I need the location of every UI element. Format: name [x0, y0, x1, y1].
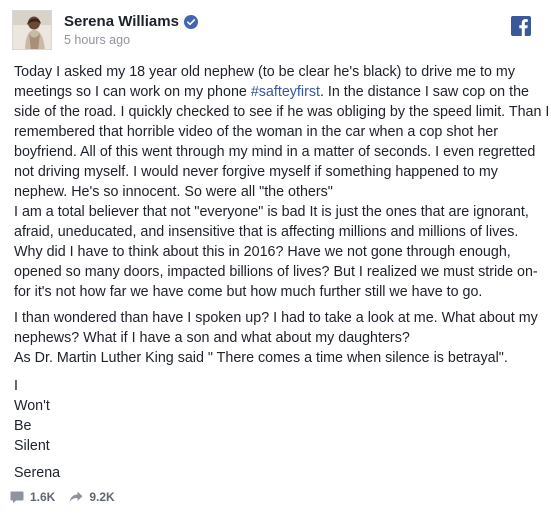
post-header: Serena Williams 5 hours ago: [12, 10, 539, 54]
signoff-line: Silent: [14, 438, 50, 454]
post-footer: 1.6K 9.2K: [10, 487, 129, 507]
body-line-with-hashtag: meetings so I can work on my phone #saft…: [14, 82, 544, 102]
comments-count: 1.6K: [30, 490, 56, 504]
body-line: afraid, uneducated, and insensitive that…: [14, 224, 519, 240]
post-card: Serena Williams 5 hours ago Today I aske…: [0, 0, 551, 519]
author-row: Serena Williams: [64, 13, 198, 30]
signoff-line: I: [14, 378, 18, 394]
post-paragraph-2: I than wondered than have I spoken up? I…: [14, 308, 544, 368]
post-body: Today I asked my 18 year old nephew (to …: [14, 62, 550, 483]
hashtag-link[interactable]: #safteyfirst: [251, 84, 320, 100]
signoff-line: Won't: [14, 398, 50, 414]
body-line: I am a total believer that not "everyone…: [14, 204, 529, 220]
shares-count: 9.2K: [89, 490, 115, 504]
share-icon: [69, 491, 83, 503]
body-line: for it's not how far we have come but ho…: [14, 284, 483, 300]
body-line-start: meetings so I can work on my phone: [14, 84, 251, 100]
body-line: nephews? What if I have a son and what a…: [14, 330, 410, 346]
signature: Serena: [14, 465, 61, 481]
body-line: boyfriend. All of this went through my m…: [14, 144, 536, 160]
post-timestamp[interactable]: 5 hours ago: [64, 33, 130, 47]
signoff-block: I Won't Be Silent Serena: [14, 376, 544, 483]
body-line: not driving myself. I would never forgiv…: [14, 164, 498, 180]
post-paragraph-1: Today I asked my 18 year old nephew (to …: [14, 62, 550, 302]
body-line: Why did I have to think about this in 20…: [14, 244, 511, 260]
verified-badge-icon: [183, 14, 198, 29]
body-line: opened so many doors, impacted billions …: [14, 264, 538, 280]
body-line: Today I asked my 18 year old nephew (to …: [14, 64, 515, 80]
body-line: side of the road. I quickly checked to s…: [14, 104, 550, 120]
body-line: remembered that horrible video of the wo…: [14, 124, 498, 140]
avatar-image: [13, 11, 51, 49]
facebook-logo-icon[interactable]: [511, 16, 531, 36]
signoff-line: Be: [14, 418, 32, 434]
body-line: I than wondered than have I spoken up? I…: [14, 310, 538, 326]
body-line: nephew. He's so innocent. So were all "t…: [14, 184, 333, 200]
comments-count-button[interactable]: 1.6K: [10, 490, 55, 504]
body-line: As Dr. Martin Luther King said " There c…: [14, 350, 508, 366]
shares-count-button[interactable]: 9.2K: [69, 490, 115, 504]
avatar[interactable]: [12, 10, 52, 50]
body-line-end: . In the distance I saw cop on the: [319, 84, 529, 100]
author-name[interactable]: Serena Williams: [64, 13, 179, 30]
comment-icon: [10, 491, 24, 503]
